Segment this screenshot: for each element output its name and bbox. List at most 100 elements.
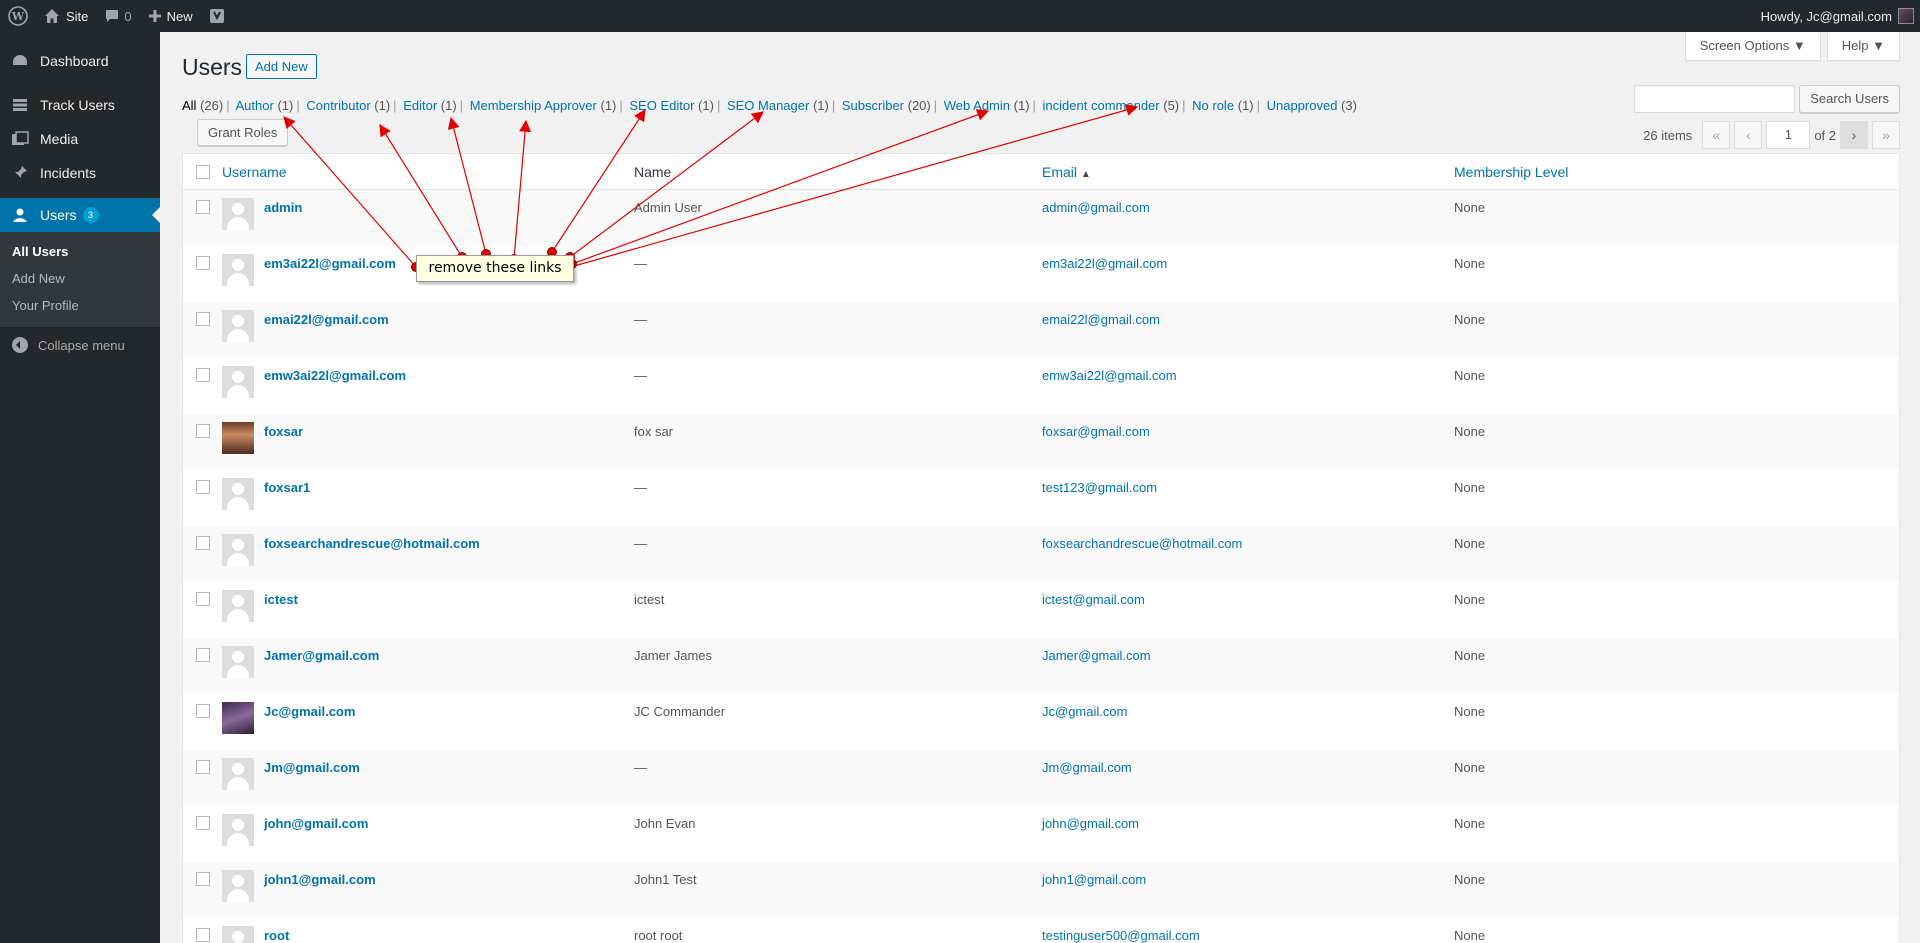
sidebar-item-incidents[interactable]: Incidents <box>0 156 160 190</box>
cell-email[interactable]: Jamer@gmail.com <box>1042 646 1454 663</box>
site-link[interactable]: Site <box>36 0 96 32</box>
table-row: emai22l@gmail.com — emai22l@gmail.com None <box>183 302 1899 358</box>
user-avatar <box>222 478 254 510</box>
cell-email[interactable]: em3ai22l@gmail.com <box>1042 254 1454 271</box>
sidebar-item-media[interactable]: Media <box>0 122 160 156</box>
sidebar-item-users[interactable]: Users 3 <box>0 198 160 232</box>
filter-web-admin[interactable]: Web Admin (1) <box>944 98 1030 113</box>
submenu-all-users[interactable]: All Users <box>0 238 160 265</box>
cell-username: john1@gmail.com <box>222 870 634 902</box>
cell-email[interactable]: emai22l@gmail.com <box>1042 310 1454 327</box>
my-account[interactable]: Howdy, Jc@gmail.com <box>1761 0 1920 32</box>
row-checkbox[interactable] <box>196 648 210 662</box>
current-page-input[interactable]: 1 <box>1766 121 1811 149</box>
filter-editor[interactable]: Editor (1) <box>403 98 456 113</box>
username-link[interactable]: emai22l@gmail.com <box>264 312 389 327</box>
sidebar-item-track-users[interactable]: Track Users <box>0 88 160 122</box>
filter-author[interactable]: Author (1) <box>236 98 294 113</box>
username-link[interactable]: ictest <box>264 592 298 607</box>
screen-options-button[interactable]: Screen Options ▼ <box>1684 32 1821 61</box>
filter-contributor[interactable]: Contributor (1) <box>306 98 390 113</box>
submenu-your-profile[interactable]: Your Profile <box>0 292 160 319</box>
collapse-menu-button[interactable]: Collapse menu <box>0 327 160 363</box>
username-link[interactable]: Jc@gmail.com <box>264 704 355 719</box>
row-checkbox[interactable] <box>196 256 210 270</box>
row-checkbox[interactable] <box>196 816 210 830</box>
search-users-button[interactable]: Search Users <box>1799 85 1900 113</box>
comment-icon <box>104 8 120 24</box>
row-checkbox[interactable] <box>196 760 210 774</box>
prev-page-button[interactable]: ‹ <box>1734 121 1763 149</box>
first-page-button[interactable]: « <box>1702 121 1731 149</box>
yoast-seo-icon[interactable] <box>201 0 233 32</box>
cell-email[interactable]: foxsar@gmail.com <box>1042 422 1454 439</box>
select-all-checkbox[interactable] <box>196 164 210 179</box>
filter-subscriber[interactable]: Subscriber (20) <box>842 98 931 113</box>
cell-email[interactable]: admin@gmail.com <box>1042 198 1454 215</box>
search-input[interactable] <box>1634 85 1796 113</box>
column-membership-level[interactable]: Membership Level <box>1454 164 1568 180</box>
cell-username: Jm@gmail.com <box>222 758 634 790</box>
user-avatar <box>222 814 254 846</box>
next-page-button[interactable]: › <box>1840 121 1868 149</box>
filter-membership-approver[interactable]: Membership Approver (1) <box>470 98 617 113</box>
cell-email[interactable]: foxsearchandrescue@hotmail.com <box>1042 534 1454 551</box>
row-checkbox[interactable] <box>196 872 210 886</box>
submenu-add-new[interactable]: Add New <box>0 265 160 292</box>
new-content-link[interactable]: New <box>140 0 201 32</box>
cell-email[interactable]: john1@gmail.com <box>1042 870 1454 887</box>
cell-email[interactable]: emw3ai22l@gmail.com <box>1042 366 1454 383</box>
username-link[interactable]: Jamer@gmail.com <box>264 648 379 663</box>
username-link[interactable]: foxsar1 <box>264 480 310 495</box>
sidebar-item-dashboard[interactable]: Dashboard <box>0 44 160 78</box>
username-link[interactable]: foxsar <box>264 424 303 439</box>
column-name: Name <box>634 163 672 180</box>
wordpress-logo-icon[interactable]: W <box>0 0 36 32</box>
cell-email[interactable]: testinguser500@gmail.com <box>1042 926 1454 943</box>
row-checkbox[interactable] <box>196 536 210 550</box>
row-checkbox[interactable] <box>196 312 210 326</box>
username-link[interactable]: Jm@gmail.com <box>264 760 360 775</box>
cell-email[interactable]: Jm@gmail.com <box>1042 758 1454 775</box>
help-button[interactable]: Help ▼ <box>1826 32 1900 61</box>
last-page-button[interactable]: » <box>1872 121 1900 149</box>
row-checkbox[interactable] <box>196 928 210 942</box>
comments-link[interactable]: 0 <box>96 0 139 32</box>
cell-username: em3ai22l@gmail.com <box>222 254 634 286</box>
filter-incident-commander[interactable]: incident commander (5) <box>1043 98 1180 113</box>
row-checkbox[interactable] <box>196 424 210 438</box>
filter-all[interactable]: All (26) <box>182 98 223 113</box>
filter-seo-manager[interactable]: SEO Manager (1) <box>727 98 829 113</box>
cell-email[interactable]: john@gmail.com <box>1042 814 1454 831</box>
cell-membership-level: None <box>1454 424 1486 439</box>
user-avatar <box>222 702 254 734</box>
cell-email[interactable]: Jc@gmail.com <box>1042 702 1454 719</box>
cell-email[interactable]: ictest@gmail.com <box>1042 590 1454 607</box>
column-username[interactable]: Username <box>222 164 287 180</box>
row-checkbox[interactable] <box>196 200 210 214</box>
username-link[interactable]: john1@gmail.com <box>264 872 376 887</box>
column-email[interactable]: Email <box>1042 164 1077 180</box>
row-checkbox[interactable] <box>196 592 210 606</box>
user-avatar <box>222 198 254 230</box>
username-link[interactable]: em3ai22l@gmail.com <box>264 256 396 271</box>
new-label: New <box>166 8 193 24</box>
total-pages: of 2 <box>1814 127 1836 143</box>
users-count-badge: 3 <box>82 207 99 223</box>
filter-unapproved[interactable]: Unapproved (3) <box>1267 98 1357 113</box>
username-link[interactable]: john@gmail.com <box>264 816 368 831</box>
username-link[interactable]: foxsearchandrescue@hotmail.com <box>264 536 480 551</box>
username-link[interactable]: root <box>264 928 289 943</box>
filter-no-role[interactable]: No role (1) <box>1192 98 1253 113</box>
username-link[interactable]: admin <box>264 200 302 215</box>
table-row: john@gmail.com John Evan john@gmail.com Non… <box>183 806 1899 862</box>
filter-seo-editor[interactable]: SEO Editor (1) <box>629 98 714 113</box>
add-new-user-button[interactable]: Add New <box>246 54 317 79</box>
row-checkbox[interactable] <box>196 704 210 718</box>
row-checkbox[interactable] <box>196 368 210 382</box>
username-link[interactable]: emw3ai22l@gmail.com <box>264 368 406 383</box>
row-checkbox[interactable] <box>196 480 210 494</box>
grant-roles-button[interactable]: Grant Roles <box>197 119 289 146</box>
cell-email[interactable]: test123@gmail.com <box>1042 478 1454 495</box>
admin-bar: W Site 0 New Howdy, Jc@gmail.com <box>0 0 1920 32</box>
